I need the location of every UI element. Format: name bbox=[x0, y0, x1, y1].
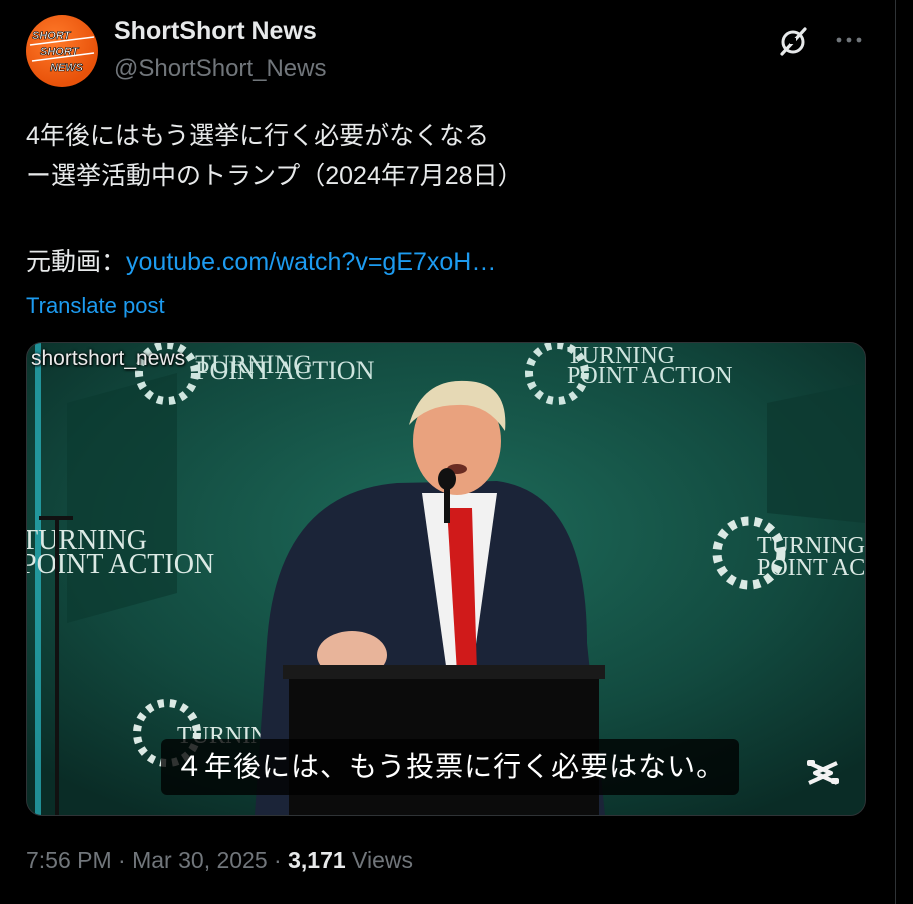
video-subtitle: ４年後には、もう投票に行く必要はない。 bbox=[161, 739, 740, 795]
avatar-logo: SHORT SHORT NEWS bbox=[29, 30, 95, 74]
more-icon[interactable] bbox=[834, 28, 864, 52]
display-name[interactable]: ShortShort News bbox=[114, 17, 317, 46]
backdrop-text-point-action: POINT ACTION bbox=[757, 555, 865, 581]
post-date[interactable]: Mar 30, 2025 bbox=[132, 847, 268, 873]
grok-icon[interactable] bbox=[778, 25, 810, 57]
capcut-icon bbox=[807, 760, 839, 785]
meta-separator: · bbox=[274, 847, 282, 873]
handle[interactable]: @ShortShort_News bbox=[114, 55, 326, 83]
video-player[interactable]: TURNING POINT ACTION TURNING POINT ACTIO… bbox=[26, 342, 866, 816]
tweet-meta: 7:56 PM · Mar 30, 2025 · 3,171 Views bbox=[26, 847, 413, 874]
views-count: 3,171 bbox=[288, 847, 346, 873]
avatar[interactable]: SHORT SHORT NEWS bbox=[26, 15, 98, 87]
tweet-line-2: ー選挙活動中のトランプ（2024年7月28日） bbox=[26, 162, 523, 190]
post-time[interactable]: 7:56 PM bbox=[26, 847, 112, 873]
tweet-source-line: 元動画：youtube.com/watch?v=gE7xoH… bbox=[26, 242, 523, 282]
source-prefix: 元動画： bbox=[26, 248, 127, 276]
backdrop-text-point-action: POINT ACTION bbox=[567, 363, 733, 389]
tweet: SHORT SHORT NEWS ShortShort News @ShortS… bbox=[0, 0, 895, 904]
backdrop-text-point-action: POINT ACTION bbox=[195, 356, 375, 385]
column-divider bbox=[895, 0, 896, 904]
tweet-line-1: 4年後にはもう選挙に行く必要がなくなる bbox=[26, 122, 490, 150]
avatar-logo-word-3: NEWS bbox=[50, 62, 84, 74]
translate-post-link[interactable]: Translate post bbox=[26, 293, 165, 319]
video-watermark: shortshort_news bbox=[31, 347, 186, 370]
tweet-text: 4年後にはもう選挙に行く必要がなくなる ー選挙活動中のトランプ（2024年7月2… bbox=[26, 116, 523, 282]
source-link[interactable]: youtube.com/watch?v=gE7xoH… bbox=[126, 248, 496, 276]
views-label: Views bbox=[352, 847, 413, 873]
meta-separator: · bbox=[118, 847, 126, 873]
